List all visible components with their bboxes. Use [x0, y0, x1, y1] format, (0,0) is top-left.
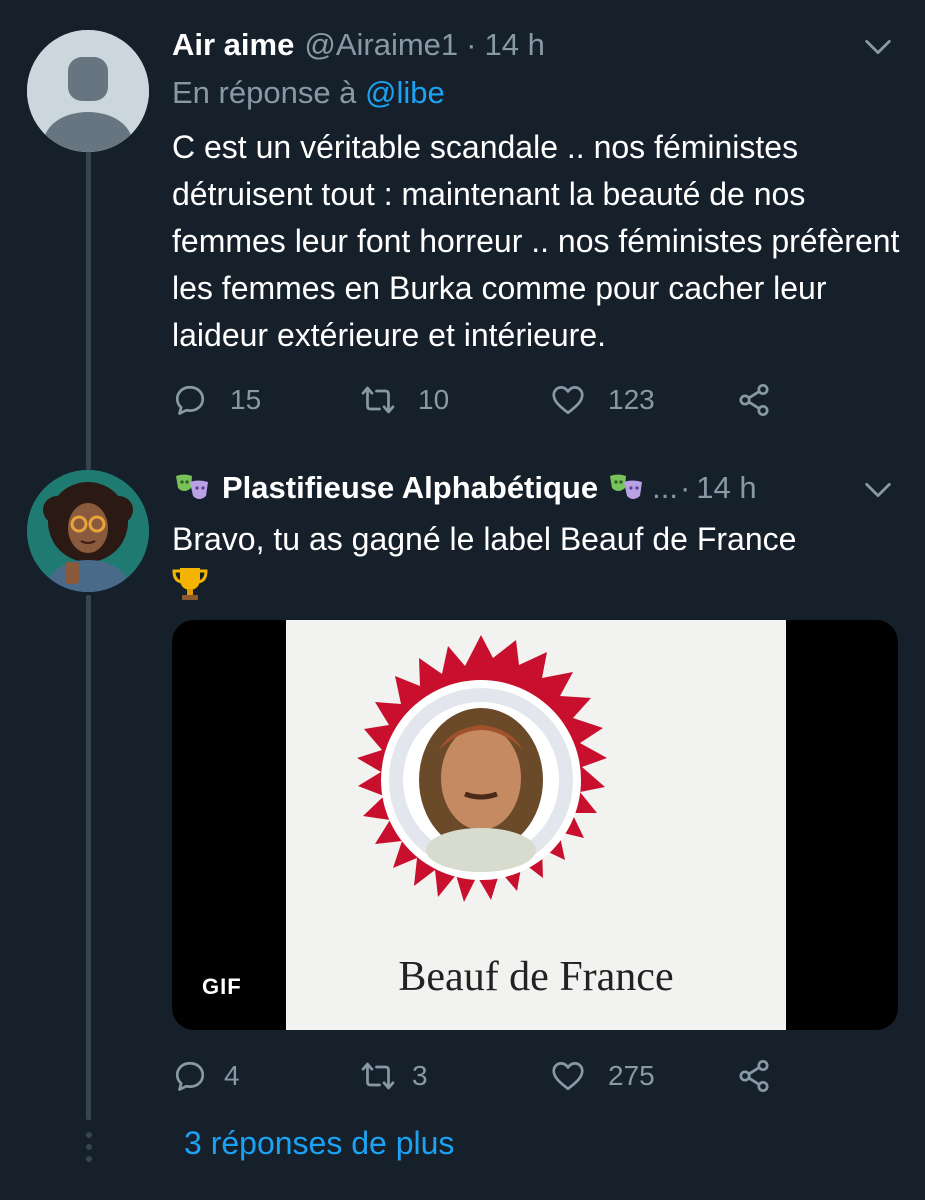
reply-button[interactable]: 15 [172, 382, 261, 418]
reply-count: 15 [230, 384, 262, 415]
reply-button[interactable]: 4 [172, 1058, 240, 1094]
more-replies-link[interactable]: 3 réponses de plus [184, 1125, 454, 1162]
gif-badge: GIF [202, 974, 242, 999]
avatar[interactable] [27, 30, 149, 152]
reply-mention-link[interactable]: @libe [365, 75, 445, 110]
retweet-count: 3 [412, 1060, 428, 1091]
gif-media[interactable]: Beauf de France GIF [172, 620, 898, 1030]
reply-icon [175, 385, 205, 415]
gif-caption: Beauf de France [398, 954, 673, 1000]
retweet-icon [361, 386, 395, 414]
conversation-thread: Air aime @Airaime1 · 14 h En réponse à @… [0, 0, 925, 1200]
share-button[interactable] [736, 1058, 772, 1094]
share-button[interactable] [736, 382, 772, 418]
thread-line [86, 150, 91, 470]
trophy-emoji [172, 565, 902, 616]
gif-frame: Beauf de France [286, 620, 786, 1030]
avatar[interactable] [27, 470, 149, 592]
author-name[interactable]: Air aime [172, 27, 294, 63]
timestamp[interactable]: 14 h [484, 27, 544, 63]
heart-icon [552, 1062, 584, 1091]
author-handle[interactable]: @Airaime1 [304, 27, 458, 63]
tweet-text: C est un véritable scandale .. nos fémin… [172, 129, 900, 353]
retweet-button[interactable]: 3 [360, 1058, 428, 1094]
rosette-portrait-image: Beauf de France [357, 635, 674, 1000]
more-replies-dots [85, 1132, 93, 1162]
reply-prefix: En réponse à [172, 75, 366, 110]
reply-icon [175, 1061, 205, 1091]
tweet-header: Air aime @Airaime1 · 14 h [172, 27, 545, 63]
share-icon [739, 383, 769, 417]
chevron-down-icon[interactable] [861, 473, 895, 507]
retweet-count: 10 [418, 384, 450, 415]
author-name[interactable]: Plastifieuse Alphabétique [222, 470, 598, 506]
like-button[interactable]: 123 [550, 382, 655, 418]
like-count: 275 [608, 1060, 655, 1091]
like-button[interactable]: 275 [550, 1058, 655, 1094]
like-count: 123 [608, 384, 655, 415]
separator: · [466, 27, 477, 62]
separator: · [679, 470, 691, 505]
share-icon [739, 1059, 769, 1093]
reply-context: En réponse à @libe [172, 75, 445, 111]
performing-arts-emoji [172, 470, 212, 506]
tweet-text: Bravo, tu as gagné le label Beauf de Fra… [172, 516, 902, 616]
timestamp[interactable]: 14 h [696, 470, 756, 506]
chevron-down-icon[interactable] [861, 30, 895, 64]
retweet-icon [361, 1062, 395, 1090]
tweet-text-content: Bravo, tu as gagné le label Beauf de Fra… [172, 521, 797, 557]
reply-count: 4 [224, 1060, 240, 1091]
author-handle[interactable]: ... [652, 470, 678, 506]
tweet-header: Plastifieuse Alphabétique ... · 14 h [172, 470, 757, 506]
retweet-button[interactable]: 10 [360, 382, 449, 418]
thread-line [86, 595, 91, 1120]
performing-arts-emoji [606, 470, 646, 506]
heart-icon [552, 386, 584, 415]
